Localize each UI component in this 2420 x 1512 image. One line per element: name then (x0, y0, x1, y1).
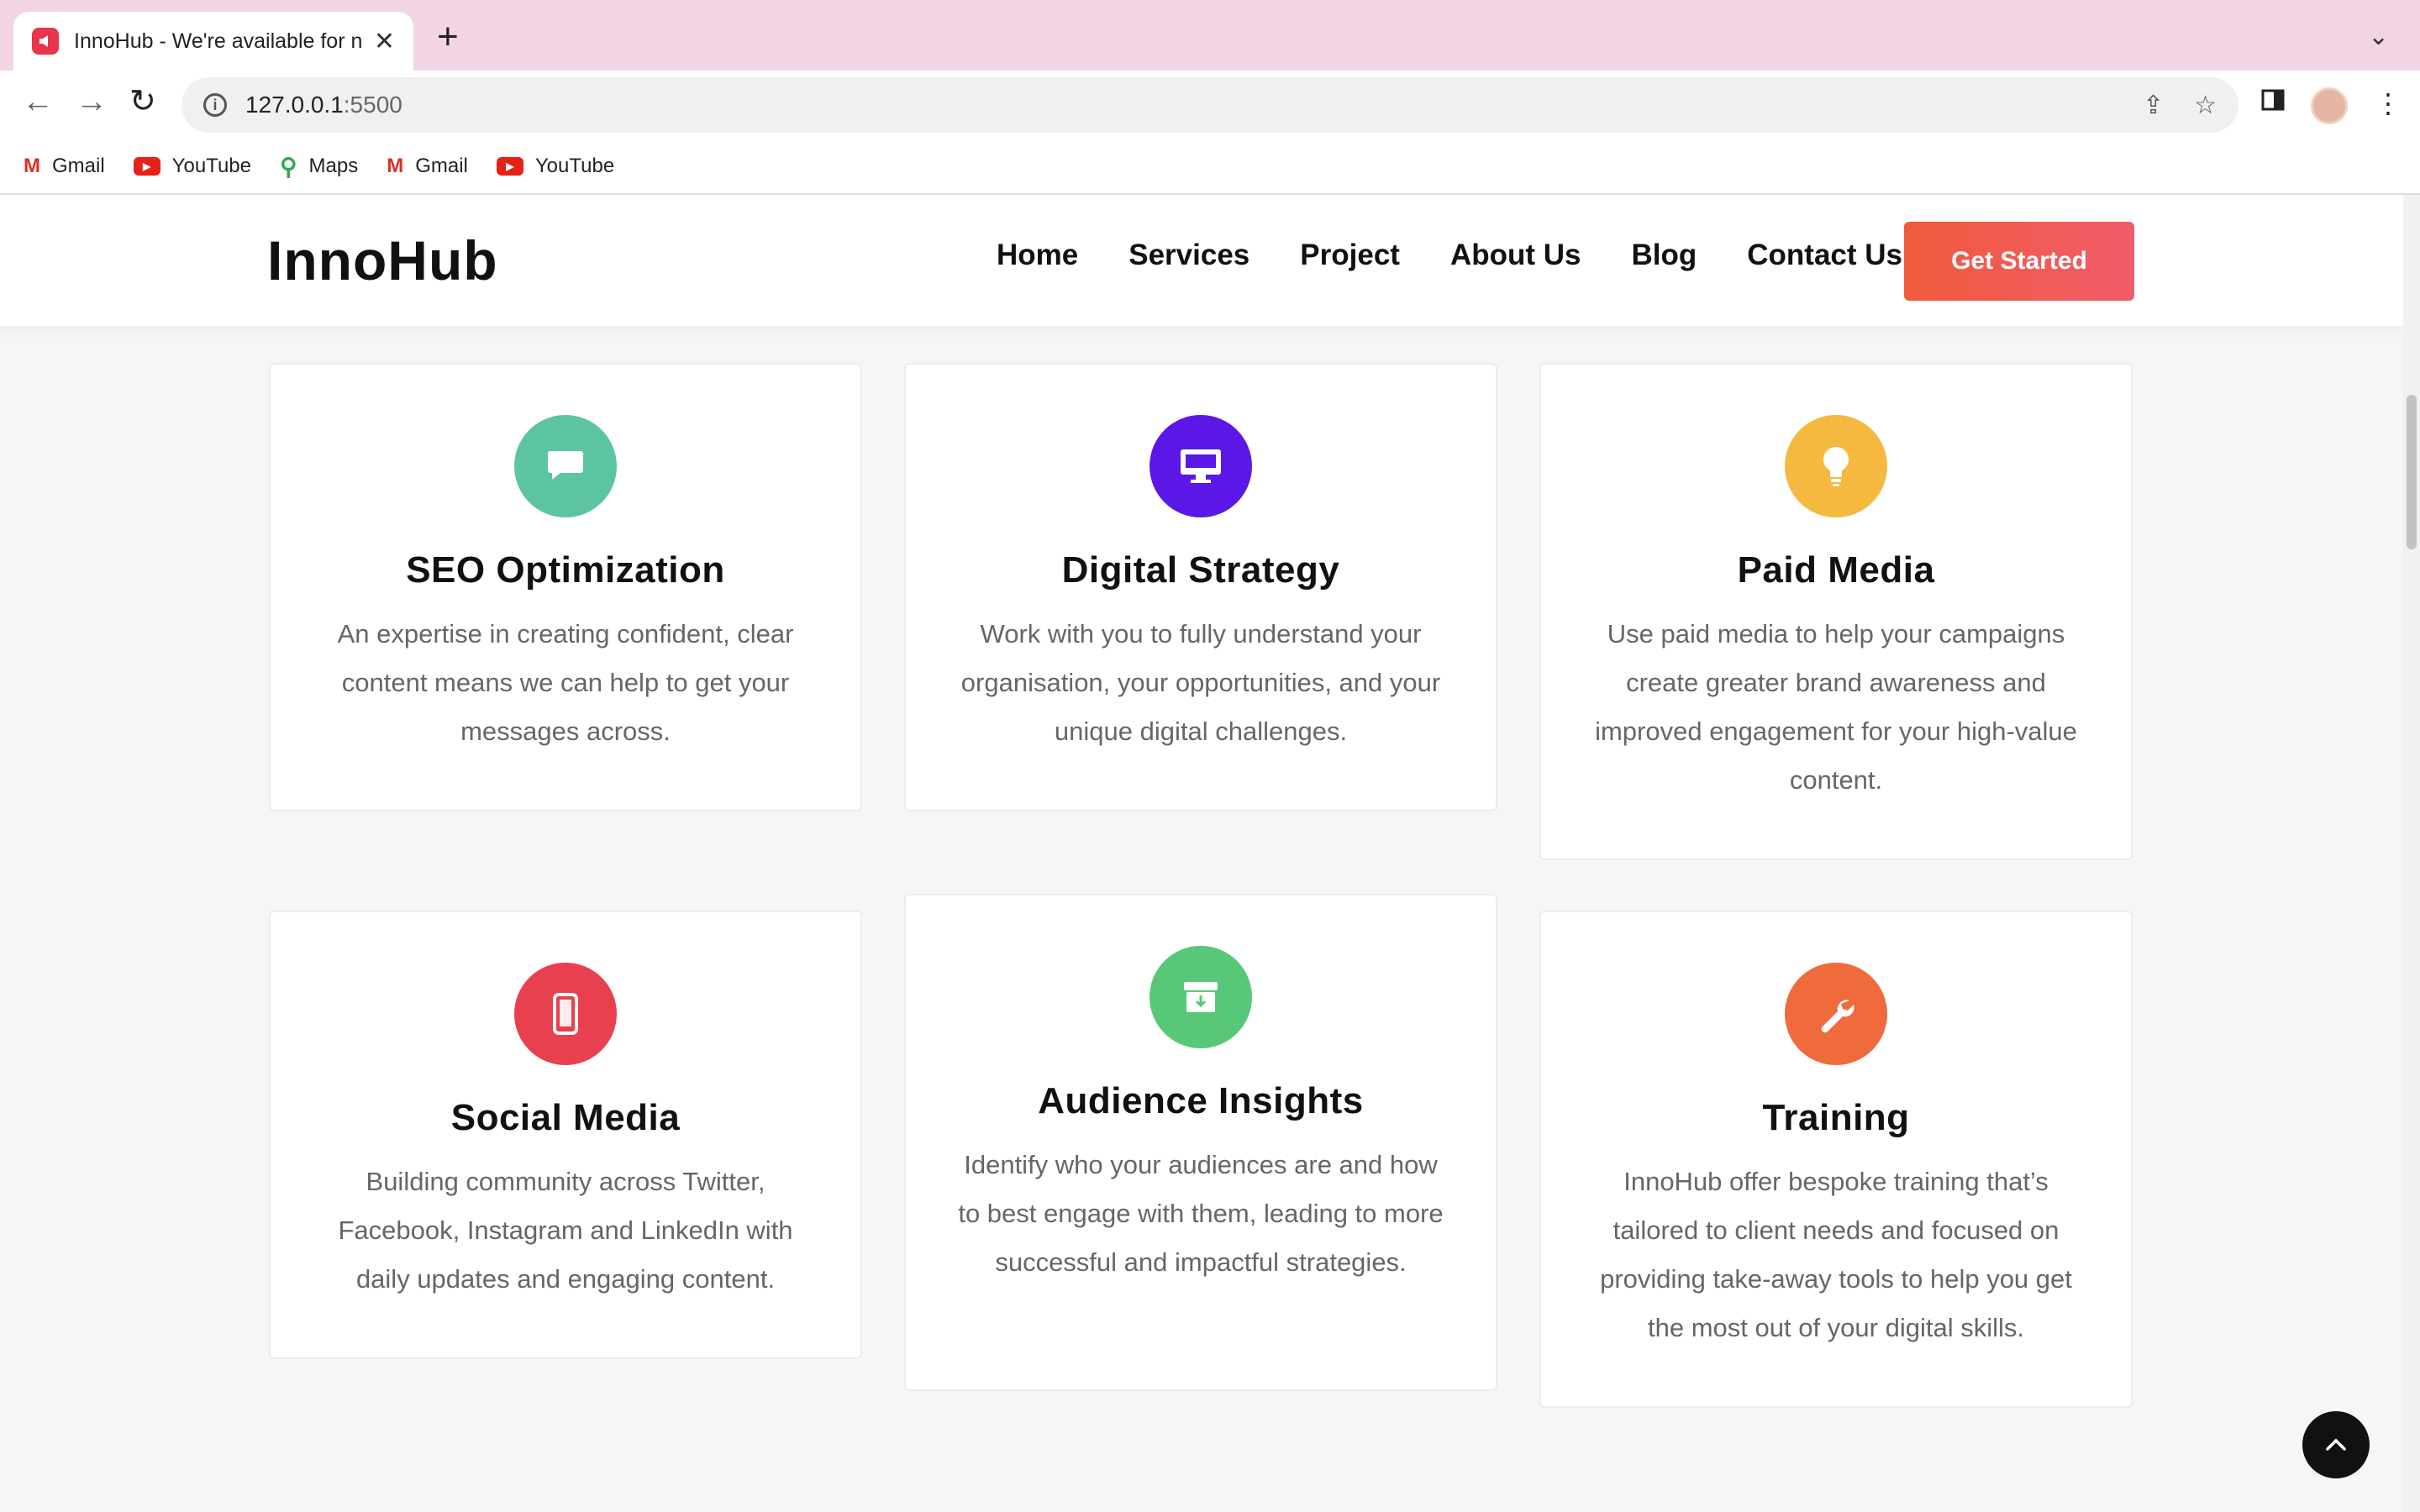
bookmark-label: Maps (308, 155, 359, 177)
service-description: Building community across Twitter, Faceb… (338, 1167, 793, 1294)
url-port: :5500 (343, 92, 402, 118)
service-title: SEO Optimization (406, 549, 725, 591)
address-bar[interactable]: i 127.0.0.1:5500 ⇪ ☆ (182, 77, 2238, 133)
bookmark-label: YouTube (171, 155, 251, 177)
service-card-social-media: Social Media Building community across T… (269, 911, 862, 1359)
service-card-seo: SEO Optimization An expertise in creatin… (269, 363, 862, 811)
url-host: 127.0.0.1 (245, 92, 344, 118)
lightbulb-icon (1785, 415, 1887, 517)
browser-menu-icon[interactable]: ⋮ (2375, 87, 2402, 119)
bookmark-star-icon[interactable]: ☆ (2194, 91, 2217, 120)
service-title: Digital Strategy (1061, 549, 1340, 591)
service-title: Social Media (450, 1097, 681, 1138)
browser-tab[interactable]: InnoHub - We're available for n ✕ (13, 12, 413, 71)
tab-search-chevron-icon[interactable]: ⌄ (2368, 22, 2389, 51)
bookmark-gmail[interactable]: M Gmail (24, 155, 105, 178)
back-arrow-icon[interactable]: ← (22, 86, 54, 118)
service-card-digital-strategy: Digital Strategy Work with you to fully … (904, 363, 1497, 811)
forward-arrow-icon[interactable]: → (76, 86, 108, 118)
bookmark-gmail[interactable]: M Gmail (387, 155, 468, 178)
service-title: Paid Media (1737, 549, 1935, 591)
get-started-button[interactable]: Get Started (1904, 222, 2134, 301)
profile-avatar[interactable] (2311, 87, 2348, 124)
service-description: Identify who your audiences are and how … (958, 1150, 1444, 1277)
browser-toolbar: ← → ↻ i 127.0.0.1:5500 ⇪ ☆ ⋮ (0, 71, 2420, 139)
service-description: An expertise in creating confident, clea… (337, 619, 794, 746)
bookmark-youtube[interactable]: ▶ YouTube (133, 155, 251, 178)
youtube-icon: ▶ (496, 157, 523, 176)
site-info-icon[interactable]: i (203, 93, 227, 117)
nav-about-us[interactable]: About Us (1450, 239, 1581, 272)
wrench-icon (1785, 963, 1887, 1065)
url-text[interactable]: 127.0.0.1:5500 (245, 92, 2112, 118)
site-header: InnoHub Home Services Project About Us B… (0, 195, 2403, 326)
reload-icon[interactable]: ↻ (129, 86, 156, 118)
chat-icon (514, 415, 617, 517)
maps-icon: ⚲ (279, 153, 297, 180)
chevron-up-icon (2326, 1438, 2346, 1451)
nav-contact-us[interactable]: Contact Us (1747, 239, 1902, 272)
main-nav: Home Services Project About Us Blog Cont… (997, 239, 1953, 272)
bookmark-youtube[interactable]: ▶ YouTube (496, 155, 615, 178)
service-description: Work with you to fully understand your o… (960, 619, 1441, 746)
browser-tab-bar: InnoHub - We're available for n ✕ + ⌄ (0, 0, 2420, 71)
phone-icon (514, 963, 617, 1065)
bookmark-label: Gmail (415, 155, 468, 177)
gmail-icon: M (24, 155, 40, 177)
page-scrollbar[interactable] (2403, 195, 2420, 1512)
service-title: Audience Insights (1038, 1080, 1364, 1121)
archive-icon (1150, 946, 1252, 1048)
back-to-top-button[interactable] (2302, 1411, 2370, 1478)
service-card-audience-insights: Audience Insights Identify who your audi… (904, 894, 1497, 1391)
nav-project[interactable]: Project (1300, 239, 1400, 272)
bookmark-maps[interactable]: ⚲ Maps (280, 153, 358, 181)
gmail-icon: M (387, 155, 404, 177)
service-card-training: Training InnoHub offer bespoke training … (1539, 911, 2133, 1408)
nav-blog[interactable]: Blog (1631, 239, 1697, 272)
web-page: InnoHub Home Services Project About Us B… (0, 195, 2403, 1512)
youtube-icon: ▶ (133, 157, 160, 176)
service-card-paid-media: Paid Media Use paid media to help your c… (1539, 363, 2133, 860)
tab-close-icon[interactable]: ✕ (374, 27, 395, 56)
share-icon[interactable]: ⇪ (2143, 91, 2164, 120)
monitor-icon (1150, 415, 1252, 517)
site-favicon-icon (32, 28, 59, 55)
bookmark-label: Gmail (52, 155, 105, 177)
service-description: InnoHub offer bespoke training that’s ta… (1600, 1167, 2072, 1342)
scrollbar-thumb[interactable] (2407, 395, 2417, 549)
tab-title: InnoHub - We're available for n (74, 29, 363, 53)
service-title: Training (1762, 1097, 1910, 1138)
service-description: Use paid media to help your campaigns cr… (1595, 619, 2077, 795)
site-logo[interactable]: InnoHub (267, 228, 498, 292)
nav-home[interactable]: Home (997, 239, 1078, 272)
nav-services[interactable]: Services (1128, 239, 1249, 272)
bookmark-label: YouTube (534, 155, 615, 177)
new-tab-icon[interactable]: + (437, 18, 459, 55)
bookmarks-bar: M Gmail ▶ YouTube ⚲ Maps M Gmail ▶ YouTube (0, 139, 2420, 195)
side-panel-icon[interactable] (2260, 87, 2286, 119)
